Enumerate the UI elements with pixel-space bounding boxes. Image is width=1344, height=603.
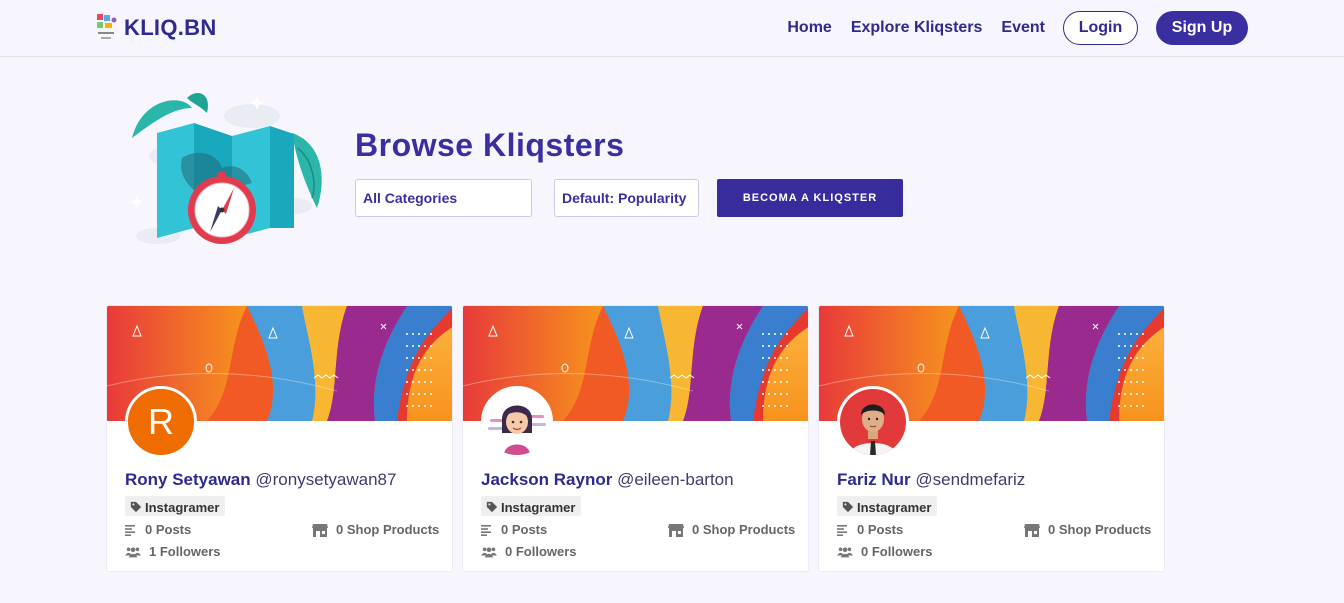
shop-icon [1024, 523, 1040, 537]
shop-products-count: 0 Shop Products [692, 522, 796, 537]
top-navbar: KLIQ.BN Home Explore Kliqsters Event Log… [0, 0, 1344, 57]
posts-stat: 0 Posts [481, 522, 547, 537]
kliqster-name-line[interactable]: Jackson Raynor @eileen-barton [481, 470, 734, 490]
users-icon [125, 546, 141, 558]
brand-logo [95, 12, 119, 44]
shop-products-count: 0 Shop Products [1048, 522, 1152, 537]
category-tag[interactable]: Instagramer [125, 496, 226, 516]
avatar-letter: R [128, 389, 194, 455]
avatar-photo [840, 389, 906, 455]
shop-products-stat: 0 Shop Products [312, 522, 439, 537]
users-icon [837, 546, 853, 558]
nav-home[interactable]: Home [787, 19, 831, 37]
kliqster-handle: @eileen-barton [617, 470, 734, 489]
sort-select[interactable]: Default: Popularity [554, 179, 699, 217]
tag-label: Instagramer [145, 499, 220, 515]
tag-label: Instagramer [857, 499, 932, 515]
kliqster-card[interactable]: R Rony Setyawan @ronysetyawan87 Instagra… [106, 305, 453, 572]
avatar[interactable]: R [125, 386, 197, 458]
avatar[interactable] [837, 386, 909, 458]
shop-icon [312, 523, 328, 537]
followers-stat: 0 Followers [481, 544, 577, 559]
tag-label: Instagramer [501, 499, 576, 515]
shop-icon [668, 523, 684, 537]
posts-icon [837, 524, 849, 536]
posts-icon [481, 524, 493, 536]
followers-count: 0 Followers [505, 544, 577, 559]
brand-name: KLIQ.BN [124, 15, 217, 40]
nav-explore-kliqsters[interactable]: Explore Kliqsters [851, 19, 983, 37]
page-title: Browse Kliqsters [355, 127, 625, 163]
kliqster-name-line[interactable]: Fariz Nur @sendmefariz [837, 470, 1025, 490]
tag-icon [842, 501, 854, 513]
category-tag[interactable]: Instagramer [837, 496, 938, 516]
kliqster-name[interactable]: Fariz Nur [837, 470, 911, 489]
followers-stat: 1 Followers [125, 544, 221, 559]
avatar[interactable] [481, 386, 553, 458]
tag-icon [130, 501, 142, 513]
become-kliqster-button[interactable]: BECOMA A KLIQSTER [717, 179, 903, 217]
posts-count: 0 Posts [857, 522, 904, 537]
followers-count: 0 Followers [861, 544, 933, 559]
followers-stat: 0 Followers [837, 544, 933, 559]
followers-count: 1 Followers [149, 544, 221, 559]
kliqster-handle: @sendmefariz [915, 470, 1026, 489]
tag-icon [486, 501, 498, 513]
posts-stat: 0 Posts [125, 522, 191, 537]
category-tag[interactable]: Instagramer [481, 496, 582, 516]
kliqster-handle: @ronysetyawan87 [255, 470, 397, 489]
nav-event[interactable]: Event [1001, 19, 1045, 37]
nav-links: Home Explore Kliqsters Event Login Sign … [768, 11, 1248, 45]
login-button[interactable]: Login [1063, 11, 1138, 45]
brand[interactable]: KLIQ.BN [95, 12, 217, 44]
users-icon [481, 546, 497, 558]
posts-count: 0 Posts [501, 522, 548, 537]
kliqster-name-line[interactable]: Rony Setyawan @ronysetyawan87 [125, 470, 396, 490]
signup-button[interactable]: Sign Up [1156, 11, 1248, 45]
shop-products-stat: 0 Shop Products [668, 522, 795, 537]
category-select[interactable]: All Categories [355, 179, 532, 217]
avatar-girl-illustration [484, 389, 550, 455]
posts-icon [125, 524, 137, 536]
posts-count: 0 Posts [145, 522, 192, 537]
kliqster-name[interactable]: Jackson Raynor [481, 470, 612, 489]
shop-products-stat: 0 Shop Products [1024, 522, 1151, 537]
kliqster-card[interactable]: Jackson Raynor @eileen-barton Instagrame… [462, 305, 809, 572]
shop-products-count: 0 Shop Products [336, 522, 440, 537]
map-compass-illustration [122, 88, 332, 253]
kliqster-name[interactable]: Rony Setyawan [125, 470, 251, 489]
posts-stat: 0 Posts [837, 522, 903, 537]
kliqster-card[interactable]: Fariz Nur @sendmefariz Instagramer 0 Pos… [818, 305, 1165, 572]
